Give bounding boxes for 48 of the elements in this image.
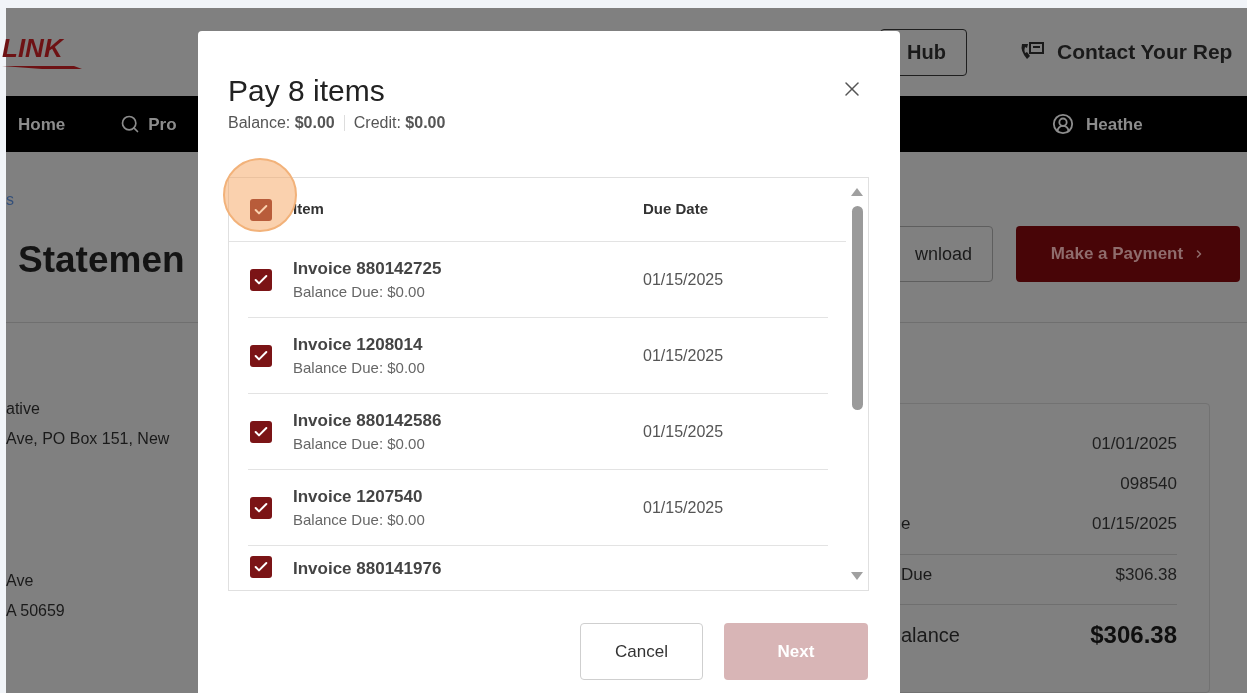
page-title: Statemen — [18, 238, 186, 283]
dialog-title: Pay 8 items — [228, 73, 385, 109]
address-line: A 50659 — [6, 601, 66, 621]
scroll-thumb[interactable] — [851, 206, 863, 410]
invoice-balance: Balance Due: $0.00 — [293, 358, 426, 378]
due-date: 01/15/2025 — [643, 421, 724, 442]
due-date: 01/15/2025 — [643, 345, 724, 366]
invoice-title: Invoice 880142586 — [293, 409, 443, 432]
address-line: Ave, PO Box 151, New — [6, 429, 171, 449]
summary-label: alance — [901, 622, 960, 648]
address-line: Ave — [6, 571, 35, 591]
balance-text: Balance: $0.00 — [228, 113, 335, 133]
nav-item[interactable]: Pro — [148, 111, 177, 137]
invoice-balance: Balance Due: $0.00 — [293, 282, 426, 302]
column-header: Due Date — [643, 199, 709, 220]
address-line: ative — [6, 399, 41, 419]
summary-label: e — [901, 513, 911, 536]
checkbox[interactable] — [250, 496, 272, 519]
due-date: 01/15/2025 — [643, 497, 724, 518]
contact-rep-link[interactable]: Contact Your Rep — [1057, 36, 1233, 68]
checkbox[interactable] — [250, 198, 272, 221]
credit-text: Credit: $0.00 — [353, 113, 446, 133]
search-icon — [120, 114, 141, 135]
invoice-title: Invoice 1208014 — [293, 333, 424, 356]
checkbox[interactable] — [250, 556, 272, 578]
summary-label: Due — [901, 563, 933, 586]
summary-value: 098540 — [1120, 473, 1177, 496]
checkbox[interactable] — [250, 344, 272, 367]
invoice-title: Invoice 880141976 — [293, 558, 443, 580]
summary-value: 01/01/2025 — [1091, 433, 1177, 456]
invoice-title: Invoice 1207540 — [293, 485, 424, 508]
user-icon — [1052, 113, 1074, 136]
invoice-balance: Balance Due: $0.00 — [293, 510, 426, 530]
scroll-up-icon[interactable] — [851, 188, 863, 196]
column-header: Item — [293, 199, 325, 220]
checkbox[interactable] — [250, 268, 272, 291]
make-payment-button[interactable]: Make a Payment — [1016, 226, 1240, 283]
user-name[interactable]: Heathe — [1086, 111, 1143, 137]
scroll-down-icon[interactable] — [851, 572, 863, 580]
checkbox[interactable] — [250, 420, 272, 443]
summary-value: 01/15/2025 — [1091, 513, 1177, 536]
invoice-title: Invoice 880142725 — [293, 257, 443, 280]
cancel-button[interactable]: Cancel — [580, 623, 703, 680]
invoice-balance: Balance Due: $0.00 — [293, 434, 426, 454]
summary-value: $306.38 — [1090, 619, 1177, 650]
due-date: 01/15/2025 — [643, 269, 724, 290]
summary-value: $306.38 — [1115, 563, 1177, 586]
nav-item[interactable]: Home — [18, 111, 66, 137]
